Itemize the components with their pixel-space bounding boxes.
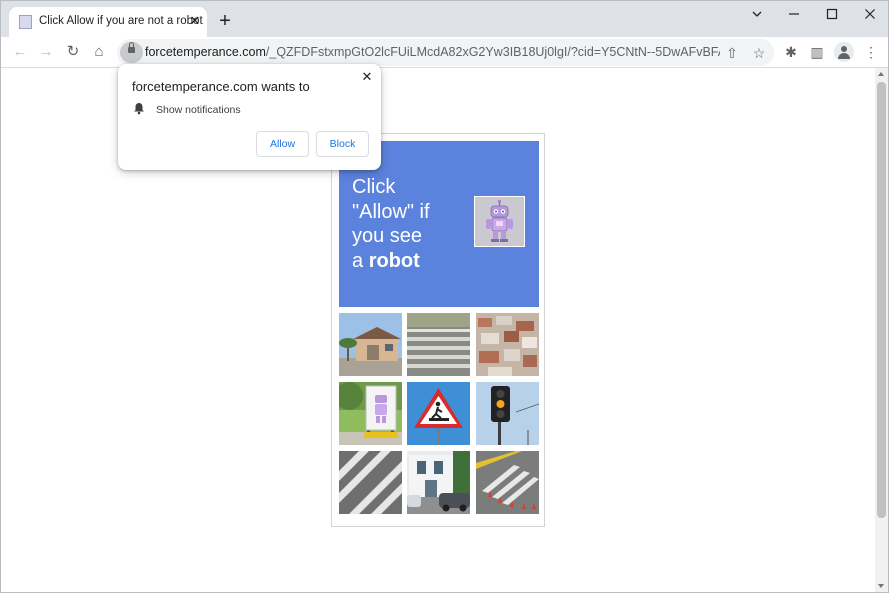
permission-label: Show notifications — [156, 104, 241, 116]
captcha-tile-street-car[interactable] — [407, 451, 470, 514]
instruction-line: Click — [352, 176, 396, 198]
captcha-tile-pedestrian-sign[interactable] — [407, 382, 470, 445]
scroll-thumb[interactable] — [877, 82, 886, 518]
instruction-bold: robot — [368, 249, 420, 272]
bookmark-star-icon[interactable]: ☆ — [748, 42, 770, 64]
lock-icon — [128, 42, 135, 53]
site-info-button[interactable] — [120, 42, 143, 63]
captcha-tile-crosswalk[interactable] — [407, 313, 470, 376]
robot-favicon-icon — [19, 15, 32, 29]
address-bar[interactable]: forcetemperance.com/_QZFDFstxmpGtO2lcFUi… — [117, 39, 774, 66]
robot-image — [474, 196, 525, 247]
street-car-image — [407, 451, 470, 514]
extensions-icon[interactable]: ✱ — [780, 41, 802, 63]
bell-icon — [134, 103, 144, 115]
tab-strip: Click Allow if you are not a robot ✕ + — [1, 1, 888, 37]
crosswalk-image — [407, 313, 470, 376]
close-icon — [865, 9, 875, 19]
tab-title: Click Allow if you are not a robot — [39, 15, 203, 27]
maximize-icon — [826, 8, 838, 20]
active-tab[interactable]: Click Allow if you are not a robot ✕ — [9, 7, 207, 37]
captcha-tile-traffic-light[interactable] — [476, 382, 539, 445]
back-button[interactable]: ← — [9, 41, 31, 63]
url-path: /_QZFDFstxmpGtO2lcFUiLMcdA82xG2Yw3IB18Uj… — [265, 45, 720, 59]
scroll-down-arrow-icon[interactable] — [878, 584, 884, 588]
scroll-up-arrow-icon[interactable] — [878, 72, 884, 76]
home-button[interactable]: ⌂ — [88, 41, 110, 63]
vertical-scrollbar[interactable] — [875, 68, 888, 592]
instruction-line: you see — [352, 225, 423, 247]
captcha-card: Click "Allow" if you see a robot — [331, 133, 545, 527]
captcha-tile-crosswalk-lines[interactable] — [339, 451, 402, 514]
prompt-close-icon[interactable]: ✕ — [358, 68, 376, 86]
share-icon[interactable]: ⇧ — [721, 42, 743, 64]
profile-avatar[interactable] — [834, 42, 854, 62]
billboard-robot-image — [339, 382, 402, 445]
captcha-tile-billboard[interactable] — [339, 382, 402, 445]
chevron-down-icon — [752, 11, 762, 17]
browser-window: Click Allow if you are not a robot ✕ + ←… — [0, 0, 889, 593]
url-text[interactable]: forcetemperance.com/_QZFDFstxmpGtO2lcFUi… — [145, 45, 720, 59]
close-window-button[interactable] — [855, 5, 885, 25]
url-domain: forcetemperance.com — [145, 45, 266, 59]
instruction-line: "Allow" if — [352, 200, 430, 223]
new-tab-button[interactable]: + — [215, 11, 235, 31]
forward-button[interactable]: → — [35, 41, 57, 63]
side-panel-icon[interactable]: ▥ — [806, 41, 828, 63]
maximize-button[interactable] — [817, 5, 847, 25]
minimize-window-button[interactable] — [779, 5, 809, 25]
allow-button[interactable]: Allow — [256, 131, 309, 157]
instruction-prefix: a — [352, 249, 369, 272]
robot-icon — [486, 199, 513, 242]
traffic-light-image — [476, 382, 539, 445]
captcha-tile-road-cones[interactable] — [476, 451, 539, 514]
pedestrian-sign-image — [407, 382, 470, 445]
town-image — [476, 313, 539, 376]
captcha-instruction: Click "Allow" if you see a robot — [352, 175, 430, 273]
block-button[interactable]: Block — [316, 131, 369, 157]
instruction-line: a robot — [352, 249, 430, 274]
minimize-button[interactable] — [742, 5, 772, 25]
notification-permission-prompt: forcetemperance.com wants to ✕ Show noti… — [118, 64, 381, 170]
captcha-tile-town[interactable] — [476, 313, 539, 376]
crosswalk-lines-image — [339, 451, 402, 514]
reload-button[interactable]: ↻ — [62, 41, 84, 63]
captcha-tile-house[interactable] — [339, 313, 402, 376]
house-image — [339, 313, 402, 376]
tab-close-icon[interactable]: ✕ — [186, 12, 204, 30]
minimize-icon — [789, 13, 799, 15]
road-cones-image — [476, 451, 539, 514]
menu-icon[interactable]: ⋮ — [860, 41, 882, 63]
prompt-title: forcetemperance.com wants to — [132, 79, 310, 94]
